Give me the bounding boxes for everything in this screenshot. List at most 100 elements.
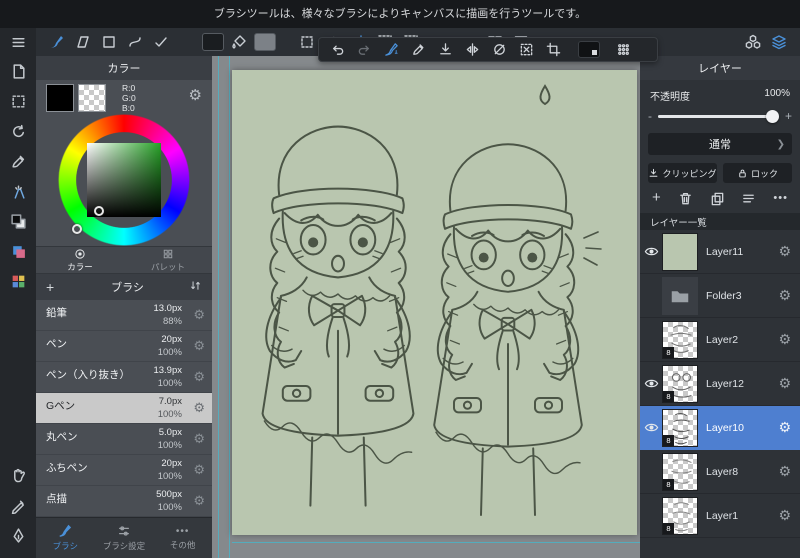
layer-thumbnail[interactable]: 8 <box>662 364 698 403</box>
delete-layer-button[interactable] <box>678 191 693 206</box>
drag-handle-dots-icon[interactable] <box>611 39 635 60</box>
layer-row-selected[interactable]: 8 Layer10 ⚙ <box>640 406 800 450</box>
brush-settings-gear-icon[interactable]: ⚙ <box>193 431 205 447</box>
canvas-paper[interactable] <box>232 70 637 535</box>
add-brush-button[interactable]: + <box>46 279 66 295</box>
brush-row[interactable]: ペン（入り抜き） 13.9px 100% ⚙ <box>36 362 212 393</box>
flip-horizontal-icon[interactable] <box>460 39 484 60</box>
new-canvas-icon[interactable] <box>0 56 36 86</box>
layer-settings-gear-icon[interactable]: ⚙ <box>778 463 800 480</box>
layer-settings-gear-icon[interactable]: ⚙ <box>778 419 800 436</box>
brush-tool-button[interactable] <box>44 30 70 54</box>
brush-row[interactable]: ふちペン 20px 100% ⚙ <box>36 455 212 486</box>
brush-row-selected[interactable]: Gペン 7.0px 100% ⚙ <box>36 393 212 424</box>
brush-settings-gear-icon[interactable]: ⚙ <box>193 307 205 323</box>
hue-handle[interactable] <box>72 224 82 234</box>
blend-mode-button[interactable]: 通常 ❯ <box>648 133 792 155</box>
folder-thumbnail[interactable] <box>662 276 698 315</box>
layer-row[interactable]: 8 Layer12 ⚙ <box>640 362 800 406</box>
visibility-eye-icon[interactable] <box>640 376 662 391</box>
crop-canvas-icon[interactable] <box>541 39 565 60</box>
duplicate-layer-button[interactable] <box>710 191 725 206</box>
lock-button[interactable]: ロック <box>723 163 792 183</box>
selection-icon[interactable] <box>0 86 36 116</box>
eraser-tool-button[interactable] <box>70 30 96 54</box>
color-chip-button[interactable] <box>200 30 226 54</box>
sv-handle[interactable] <box>94 206 104 216</box>
snap-tool-button[interactable] <box>148 30 174 54</box>
brush-row[interactable]: ペン 20px 100% ⚙ <box>36 331 212 362</box>
medibang-cloud-icon[interactable] <box>740 30 766 54</box>
rotate-view-icon[interactable] <box>0 116 36 146</box>
layer-name: Layer2 <box>706 333 739 346</box>
clear-selection-icon[interactable] <box>514 39 538 60</box>
quick-eyedropper-icon[interactable] <box>406 39 430 60</box>
undo-icon[interactable] <box>325 39 349 60</box>
tab-palette[interactable]: パレット <box>124 247 212 273</box>
brush-row[interactable]: 点描 500px 100% ⚙ <box>36 486 212 517</box>
fill-bucket-button[interactable] <box>226 30 252 54</box>
add-layer-button[interactable]: + <box>652 190 661 206</box>
layer-thumbnail[interactable]: 8 <box>662 496 698 535</box>
brush-settings-gear-icon[interactable]: ⚙ <box>193 462 205 478</box>
color-settings-gear-icon[interactable]: ⚙ <box>189 86 202 106</box>
tab-other[interactable]: ••• その他 <box>153 518 212 558</box>
clipping-button[interactable]: クリッピング <box>648 163 717 183</box>
redo-icon[interactable] <box>352 39 376 60</box>
pen-cursor-icon[interactable] <box>0 490 36 520</box>
visibility-eye-icon[interactable] <box>640 244 662 259</box>
layer-row[interactable]: Layer11 ⚙ <box>640 230 800 274</box>
fg-bg-swatch-icon[interactable] <box>0 206 36 236</box>
opacity-slider[interactable] <box>658 109 779 123</box>
rotate-reset-icon[interactable] <box>487 39 511 60</box>
layer-more-button[interactable]: ••• <box>773 190 788 206</box>
eyedropper-icon[interactable] <box>0 146 36 176</box>
mini-layers-icon[interactable] <box>0 236 36 266</box>
brush-settings-gear-icon[interactable]: ⚙ <box>193 369 205 385</box>
layers-panel-toggle-icon[interactable] <box>766 30 792 54</box>
tab-brush[interactable]: ブラシ <box>36 518 95 558</box>
brush-settings-gear-icon[interactable]: ⚙ <box>193 493 205 509</box>
opacity-plus-button[interactable]: + <box>785 109 792 123</box>
color-wheel[interactable] <box>36 114 212 246</box>
layer-thumbnail[interactable]: 8 <box>662 452 698 491</box>
airbrush-icon[interactable] <box>0 176 36 206</box>
layer-settings-gear-icon[interactable]: ⚙ <box>778 507 800 524</box>
layer-settings-gear-icon[interactable]: ⚙ <box>778 375 800 392</box>
layer-list-menu-button[interactable] <box>741 191 756 206</box>
nib-settings-icon[interactable] <box>0 520 36 550</box>
layer-thumbnail[interactable]: 8 <box>662 320 698 359</box>
slider-knob[interactable] <box>765 109 779 123</box>
shape-tool-button[interactable] <box>96 30 122 54</box>
opacity-minus-button[interactable]: - <box>648 109 652 123</box>
brush-settings-gear-icon[interactable]: ⚙ <box>193 338 205 354</box>
layer-settings-gear-icon[interactable]: ⚙ <box>778 287 800 304</box>
layer-row[interactable]: Folder3 ⚙ <box>640 274 800 318</box>
material-color-chip[interactable] <box>578 41 600 58</box>
layer-settings-gear-icon[interactable]: ⚙ <box>778 331 800 348</box>
tab-brush-settings[interactable]: ブラシ設定 <box>95 518 154 558</box>
layer-thumbnail[interactable]: 8 <box>662 408 698 447</box>
gradient-chip-button[interactable] <box>252 30 278 54</box>
layer-settings-gear-icon[interactable]: ⚙ <box>778 243 800 260</box>
hand-pan-icon[interactable] <box>0 460 36 490</box>
hamburger-menu-icon[interactable] <box>0 28 36 56</box>
curve-tool-button[interactable] <box>122 30 148 54</box>
layer-row[interactable]: 8 Layer8 ⚙ <box>640 450 800 494</box>
brush-row[interactable]: 鉛筆 13.0px 88% ⚙ <box>36 300 212 331</box>
brush-row[interactable]: 丸ペン 5.0px 100% ⚙ <box>36 424 212 455</box>
fill-layer-icon[interactable] <box>433 39 457 60</box>
transparent-color-swatch[interactable] <box>78 84 106 112</box>
brush-sort-icon[interactable] <box>189 279 202 295</box>
layer-row[interactable]: 8 Layer1 ⚙ <box>640 494 800 538</box>
layer-thumbnail[interactable] <box>662 232 698 271</box>
select-rect-button[interactable] <box>294 30 320 54</box>
brush-settings-gear-icon[interactable]: ⚙ <box>193 400 205 416</box>
mini-palette-icon[interactable] <box>0 266 36 296</box>
visibility-eye-icon[interactable] <box>640 420 662 435</box>
canvas-area[interactable]: 3638*5102px 600dpi 43% -2° ブラシ: 7.0px 10… <box>212 56 640 558</box>
tab-color[interactable]: カラー <box>36 247 124 273</box>
foreground-color-swatch[interactable] <box>46 84 74 112</box>
quick-brush-icon[interactable] <box>379 39 403 60</box>
layer-row[interactable]: 8 Layer2 ⚙ <box>640 318 800 362</box>
